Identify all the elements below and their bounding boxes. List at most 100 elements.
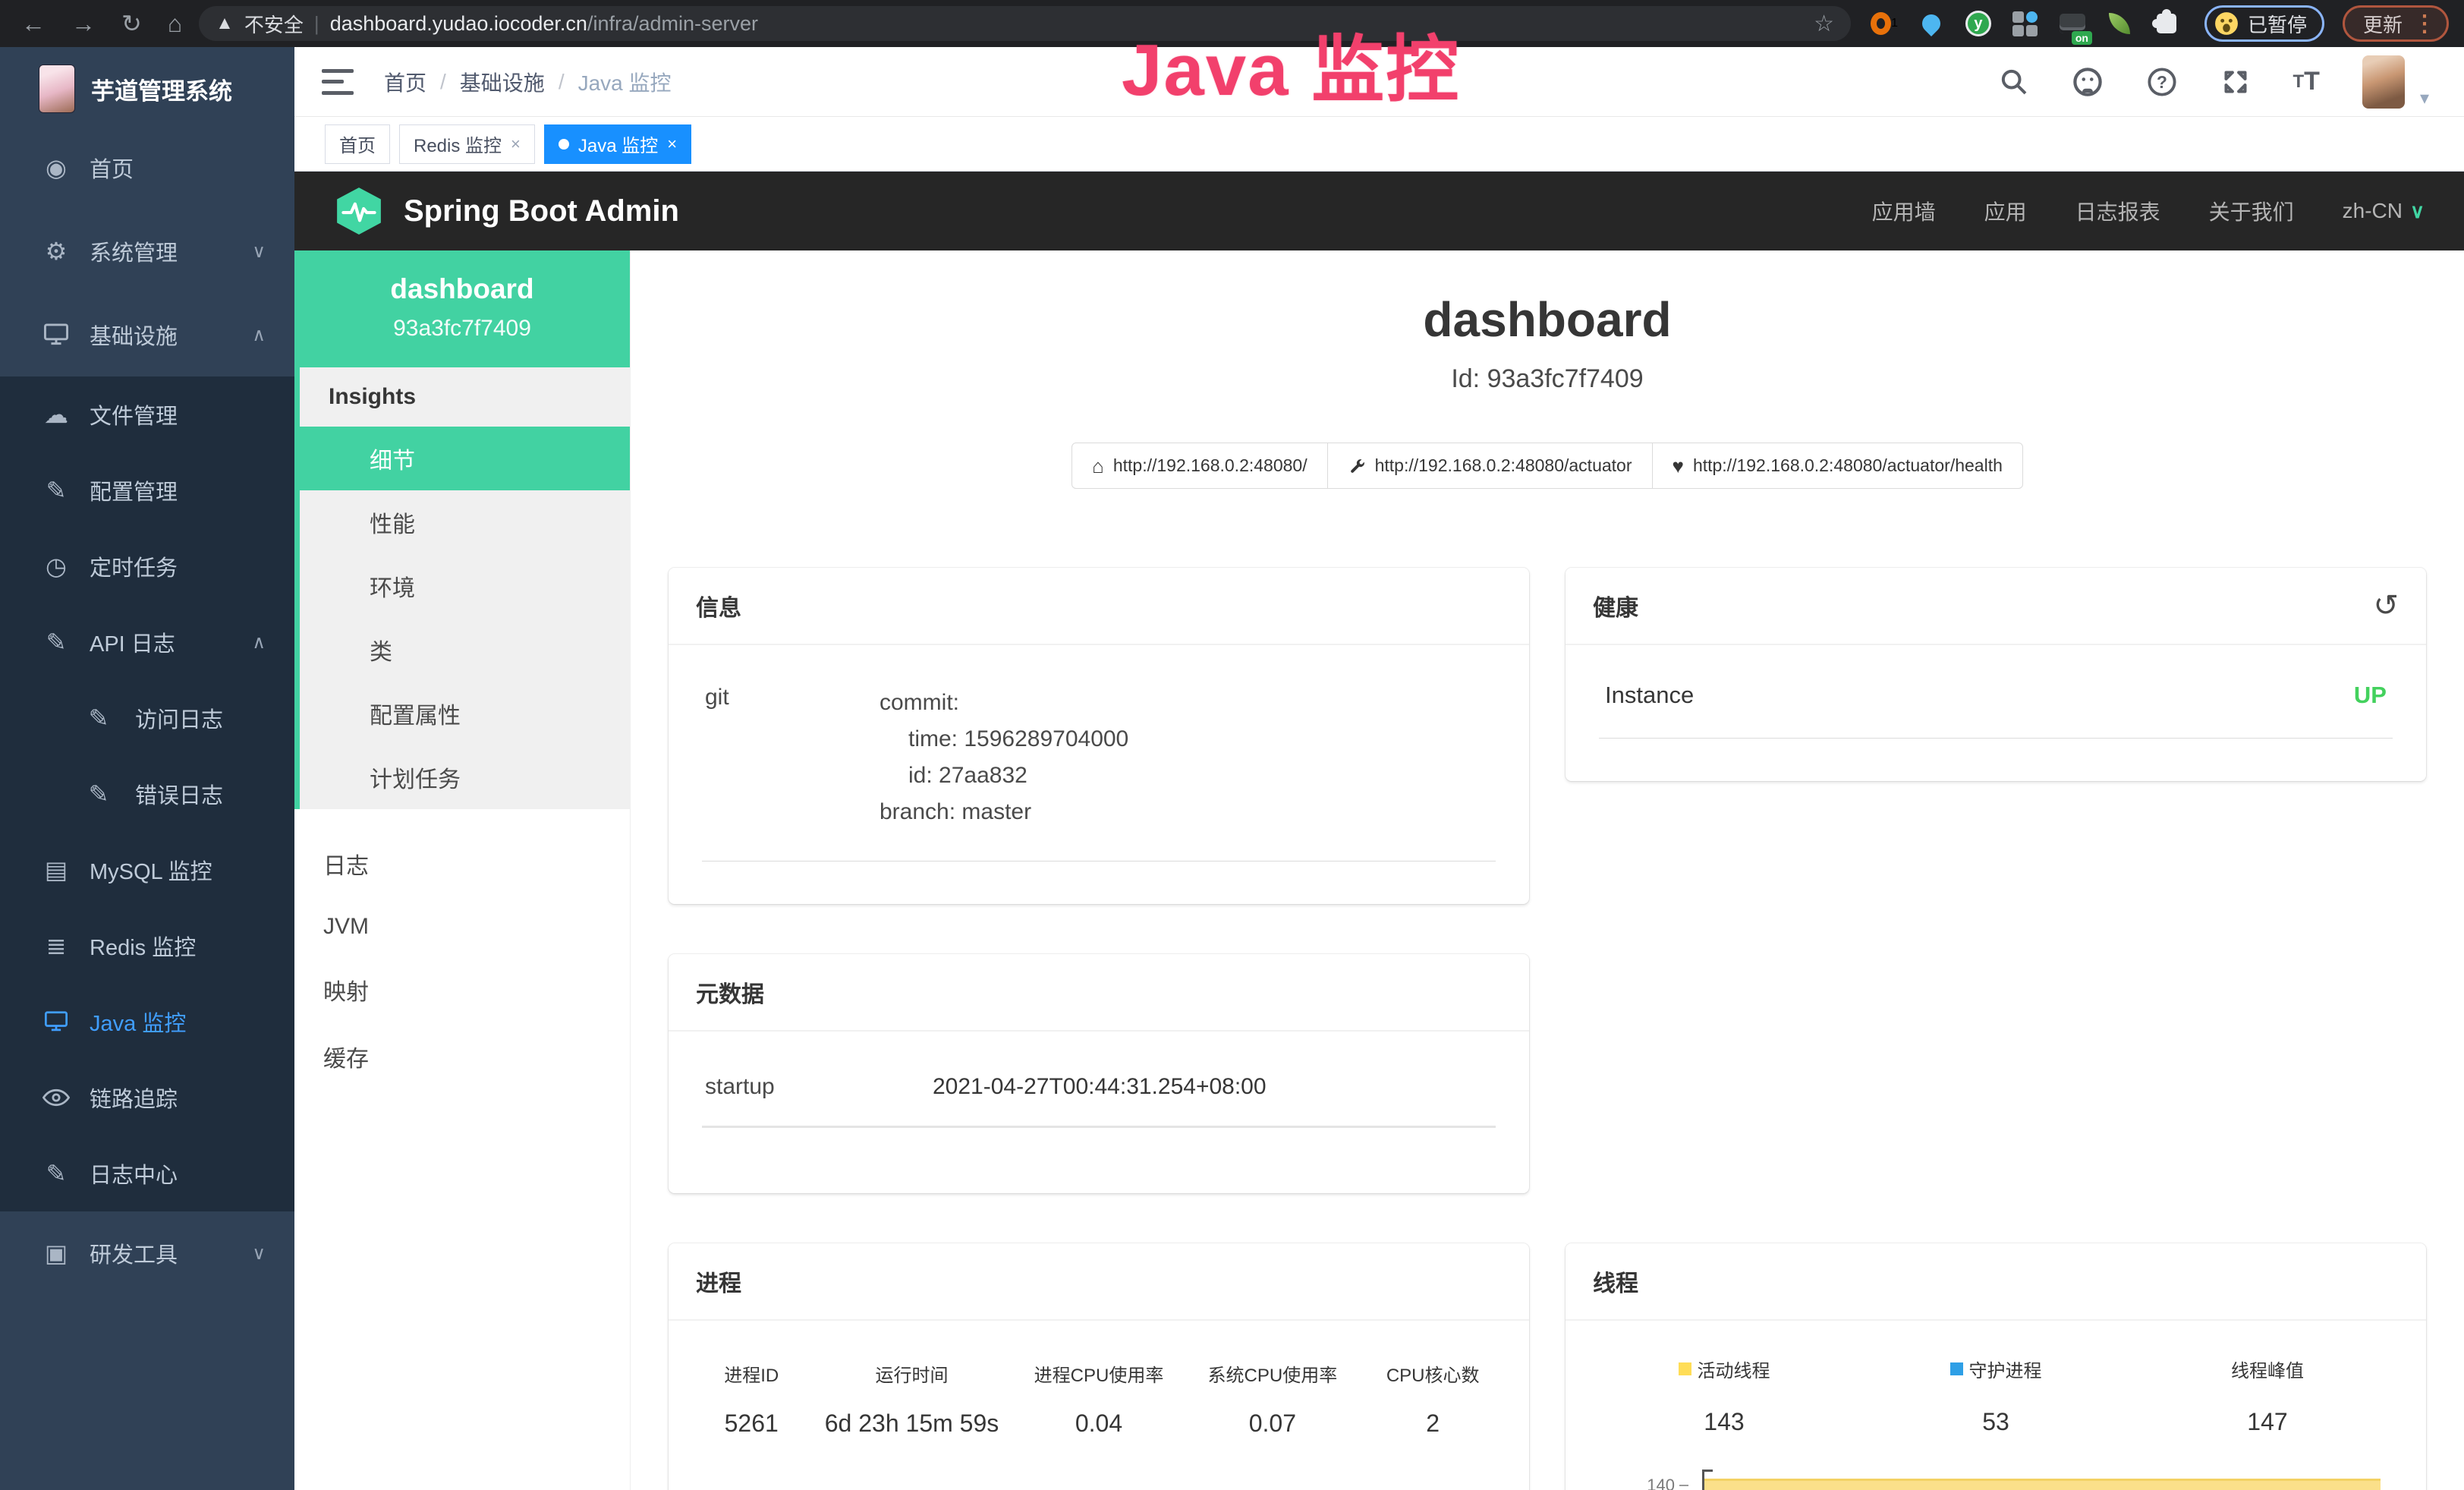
- health-card: 健康 ↺ Instance UP: [1566, 568, 2426, 781]
- search-icon[interactable]: [1999, 67, 2029, 97]
- sidebar-item-log-center[interactable]: ✎ 日志中心: [0, 1136, 294, 1211]
- process-col-uptime: 运行时间: [811, 1360, 1012, 1387]
- sba-language-select[interactable]: zh-CN ∨: [2343, 199, 2425, 223]
- close-icon[interactable]: ×: [511, 134, 521, 154]
- avatar-caret-icon[interactable]: ▾: [2420, 87, 2429, 109]
- health-instance-row[interactable]: Instance UP: [1599, 677, 2393, 739]
- instance-header[interactable]: dashboard 93a3fc7f7409: [294, 250, 630, 367]
- browser-nav-buttons: ← → ↻ ⌂: [15, 11, 193, 36]
- menu-item-mappings[interactable]: 映射: [294, 956, 630, 1023]
- menu-item-scheduled-tasks[interactable]: 计划任务: [300, 745, 630, 809]
- extension-leaf-icon[interactable]: [2106, 10, 2133, 37]
- extension-on-switch-icon[interactable]: on: [2059, 10, 2086, 37]
- history-icon[interactable]: ↺: [2373, 594, 2399, 618]
- sidebar-item-config-management[interactable]: ✎ 配置管理: [0, 452, 294, 528]
- close-icon[interactable]: ×: [667, 134, 677, 154]
- browser-update-button[interactable]: 更新 ⋮: [2343, 5, 2449, 42]
- menu-item-jvm[interactable]: JVM: [294, 897, 630, 956]
- bookmark-star-icon[interactable]: ☆: [1814, 11, 1834, 37]
- extensions-puzzle-icon[interactable]: [2153, 10, 2180, 37]
- tab-home[interactable]: 首页: [325, 124, 390, 164]
- insights-section: Insights 细节 性能 环境 类 配置属性 计划任务: [294, 367, 630, 809]
- sidebar-collapse-icon[interactable]: [322, 69, 354, 95]
- reload-icon[interactable]: ↻: [121, 11, 142, 36]
- back-icon[interactable]: ←: [21, 11, 46, 36]
- sidebar-item-redis-monitor[interactable]: ≣ Redis 监控: [0, 908, 294, 984]
- user-avatar[interactable]: [2362, 55, 2405, 109]
- text-size-icon[interactable]: TT: [2293, 67, 2320, 96]
- sba-brand[interactable]: Spring Boot Admin: [404, 194, 679, 228]
- sidebar-item-file-management[interactable]: ☁ 文件管理: [0, 376, 294, 452]
- sba-nav-wallboard[interactable]: 应用墙: [1872, 196, 1936, 226]
- chevron-down-icon: ∨: [252, 1243, 266, 1265]
- extension-pin-icon[interactable]: [1918, 10, 1945, 37]
- tab-java-monitor[interactable]: Java 监控 ×: [544, 124, 691, 164]
- app-title: 芋道管理系统: [91, 72, 232, 106]
- avatar-image: [2362, 55, 2405, 109]
- breadcrumb-home[interactable]: 首页: [384, 67, 426, 97]
- menu-item-classes[interactable]: 类: [300, 618, 630, 682]
- edit-icon: ✎: [39, 1159, 73, 1188]
- svg-text:?: ?: [2157, 71, 2167, 91]
- app-logo[interactable]: 芋道管理系统: [0, 47, 294, 126]
- sidebar-item-infrastructure[interactable]: 基础设施 ∧: [0, 293, 294, 376]
- info-card: 信息 git commit: time: 1596289704000 id: 2…: [669, 568, 1529, 904]
- instance-id: 93a3fc7f7409: [302, 316, 622, 342]
- threads-chart: 140 120 100: [1588, 1470, 2403, 1490]
- sidebar-item-java-monitor[interactable]: Java 监控: [0, 984, 294, 1060]
- sba-nav-applications[interactable]: 应用: [1984, 196, 2027, 226]
- sidebar-item-scheduled-tasks[interactable]: ◷ 定时任务: [0, 528, 294, 604]
- extension-grid-icon[interactable]: [2012, 10, 2039, 37]
- monitor-icon: [39, 323, 73, 347]
- instance-name: dashboard: [302, 273, 622, 305]
- sba-header: Spring Boot Admin 应用墙 应用 日志报表 关于我们 zh-CN…: [294, 172, 2464, 250]
- y-tick-140: 140: [1647, 1476, 1688, 1490]
- menu-item-environment[interactable]: 环境: [300, 554, 630, 618]
- help-icon[interactable]: ?: [2146, 66, 2178, 98]
- fullscreen-icon[interactable]: [2220, 67, 2251, 97]
- address-bar[interactable]: ▲ 不安全 | dashboard.yudao.iocoder.cn/infra…: [199, 6, 1851, 41]
- url-path[interactable]: /infra/admin-server: [587, 12, 758, 35]
- heartbeat-icon: ♥: [1673, 456, 1684, 476]
- breadcrumb-infrastructure[interactable]: 基础设施: [460, 67, 545, 97]
- threads-card: 线程 活动线程 守护进程: [1566, 1243, 2426, 1490]
- sidebar-item-system[interactable]: ⚙ 系统管理 ∨: [0, 209, 294, 293]
- health-url-button[interactable]: ♥ http://192.168.0.2:48080/actuator/heal…: [1652, 443, 2023, 489]
- sidebar-item-mysql-monitor[interactable]: ▤ MySQL 监控: [0, 832, 294, 908]
- threads-chart-y-axis: 140 120 100: [1588, 1470, 1702, 1490]
- profile-paused-chip[interactable]: 已暂停: [2204, 5, 2324, 42]
- menu-item-details[interactable]: 细节: [300, 427, 630, 490]
- security-warning-icon[interactable]: ▲: [216, 13, 234, 34]
- eye-icon: [39, 1088, 73, 1107]
- menu-item-metrics[interactable]: 性能: [300, 490, 630, 554]
- sba-instance-sidebar: dashboard 93a3fc7f7409 Insights 细节 性能 环境…: [294, 250, 631, 1490]
- process-table: 进程ID 运行时间 进程CPU使用率 系统CPU使用率 CPU核心数 5261 …: [691, 1350, 1506, 1453]
- sidebar-item-access-logs[interactable]: ✎ 访问日志: [0, 680, 294, 756]
- menu-item-config-props[interactable]: 配置属性: [300, 682, 630, 745]
- edit-icon: ✎: [82, 704, 115, 732]
- sidebar-item-home[interactable]: ◉ 首页: [0, 126, 294, 209]
- service-url-button[interactable]: ⌂ http://192.168.0.2:48080/: [1072, 443, 1328, 489]
- sidebar-item-dev-tools[interactable]: ▣ 研发工具 ∨: [0, 1211, 294, 1295]
- forward-icon[interactable]: →: [71, 11, 96, 36]
- menu-item-caches[interactable]: 缓存: [294, 1023, 630, 1090]
- menu-item-logs[interactable]: 日志: [294, 830, 630, 897]
- sidebar-item-tracing[interactable]: 链路追踪: [0, 1060, 294, 1136]
- actuator-url-button[interactable]: http://192.168.0.2:48080/actuator: [1327, 443, 1653, 489]
- spring-boot-admin-logo[interactable]: [334, 186, 384, 236]
- sba-nav-journal[interactable]: 日志报表: [2075, 196, 2160, 226]
- extension-y-icon[interactable]: y: [1965, 10, 1992, 37]
- legend-blue-swatch: [1950, 1362, 1963, 1375]
- home-icon[interactable]: ⌂: [168, 11, 182, 36]
- tab-redis-monitor[interactable]: Redis 监控 ×: [399, 124, 535, 164]
- metadata-key: startup: [705, 1074, 933, 1100]
- github-icon[interactable]: [2072, 66, 2104, 98]
- sidebar-item-error-logs[interactable]: ✎ 错误日志: [0, 756, 294, 832]
- sba-nav-about[interactable]: 关于我们: [2209, 196, 2294, 226]
- page-url[interactable]: dashboard.yudao.iocoder.cn/infra/admin-s…: [330, 12, 758, 36]
- sidebar-item-api-logs[interactable]: ✎ API 日志 ∧: [0, 604, 294, 680]
- extension-orange-icon[interactable]: 1: [1871, 10, 1898, 37]
- url-domain[interactable]: dashboard.yudao.iocoder.cn: [330, 12, 587, 35]
- security-label[interactable]: 不安全: [244, 10, 304, 38]
- browser-menu-icon[interactable]: ⋮: [2413, 11, 2436, 37]
